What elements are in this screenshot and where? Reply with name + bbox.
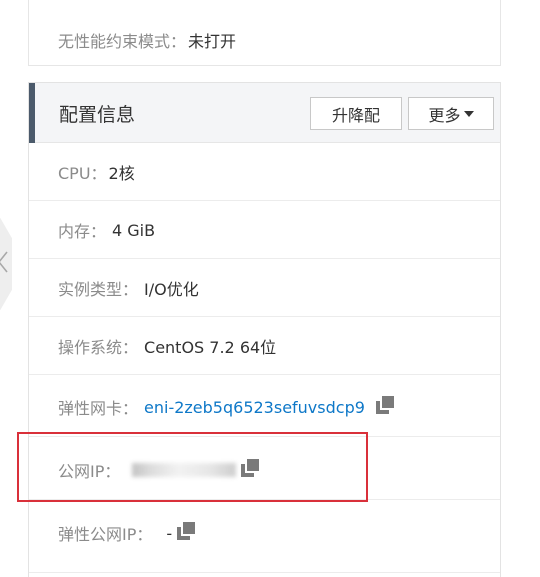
cpu-row: CPU： 2核 bbox=[58, 160, 135, 184]
config-title: 配置信息 bbox=[59, 104, 136, 126]
eni-row: 弹性网卡： eni-2zeb5q6523sefuvsdcp9 bbox=[58, 395, 395, 419]
performance-mode-row: 无性能约束模式： 未打开 bbox=[58, 28, 236, 52]
cpu-label: CPU： bbox=[58, 164, 107, 183]
eni-label: 弹性网卡： bbox=[58, 399, 139, 418]
eip-label: 弹性公网IP： bbox=[58, 525, 153, 544]
os-label: 操作系统： bbox=[58, 338, 139, 357]
row-divider bbox=[29, 316, 500, 317]
row-divider bbox=[29, 258, 500, 259]
instance-detail-panel: 无性能约束模式： 未打开 配置信息 升降配 更多 CPU： 2核 内存： 4 G… bbox=[0, 0, 540, 577]
memory-value: 4 GiB bbox=[112, 220, 156, 240]
config-card-header: 配置信息 升降配 更多 bbox=[29, 83, 500, 143]
instance-type-row: 实例类型： I/O优化 bbox=[58, 276, 199, 300]
caret-down-icon bbox=[463, 110, 474, 117]
upgrade-button[interactable]: 升降配 bbox=[310, 97, 402, 130]
row-divider bbox=[29, 572, 500, 573]
os-row: 操作系统： CentOS 7.2 64位 bbox=[58, 334, 276, 358]
cpu-value: 2核 bbox=[108, 164, 135, 183]
row-divider bbox=[29, 200, 500, 201]
memory-row: 内存： 4 GiB bbox=[58, 218, 155, 242]
performance-mode-value: 未打开 bbox=[188, 32, 237, 51]
memory-label: 内存： bbox=[58, 222, 107, 241]
performance-mode-label: 无性能约束模式： bbox=[58, 32, 187, 51]
chevron-left-icon bbox=[0, 251, 8, 273]
eni-link[interactable]: eni-2zeb5q6523sefuvsdcp9 bbox=[144, 398, 365, 417]
copy-icon[interactable] bbox=[176, 521, 196, 541]
more-button-label: 更多 bbox=[428, 105, 461, 125]
os-value: CentOS 7.2 64位 bbox=[144, 338, 277, 357]
more-dropdown-button[interactable]: 更多 bbox=[408, 97, 494, 130]
header-accent-bar bbox=[29, 83, 35, 143]
eip-value: - bbox=[166, 523, 173, 543]
collapse-handle[interactable] bbox=[0, 218, 12, 310]
highlight-annotation-box bbox=[17, 432, 368, 502]
copy-icon[interactable] bbox=[375, 395, 395, 415]
row-divider bbox=[29, 374, 500, 375]
upgrade-button-label: 升降配 bbox=[331, 105, 380, 125]
instance-type-label: 实例类型： bbox=[58, 280, 139, 299]
instance-type-value: I/O优化 bbox=[144, 280, 199, 299]
eip-row: 弹性公网IP： - bbox=[58, 521, 196, 545]
config-card: 配置信息 升降配 更多 bbox=[28, 82, 501, 577]
